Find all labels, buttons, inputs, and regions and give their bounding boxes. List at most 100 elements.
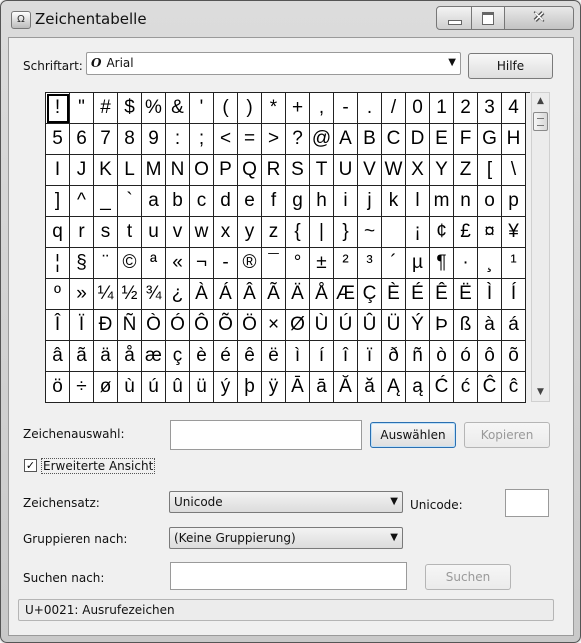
character-cell[interactable]: Ê — [430, 279, 454, 310]
character-cell[interactable]: ä — [94, 341, 118, 372]
character-cell[interactable]: A — [334, 124, 358, 155]
character-grid[interactable]: ! " # $% & '() * +, -./0 1 2 3 4 5 6 7 8 9:; < = >? @ A B C D E F G H… — [45, 92, 530, 403]
character-cell[interactable]: * — [262, 93, 286, 124]
character-cell[interactable]: a — [142, 186, 166, 217]
character-cell[interactable]: ¶ — [430, 248, 454, 279]
character-cell[interactable]: Å — [310, 279, 334, 310]
character-cell[interactable]: ç — [166, 341, 190, 372]
character-cell[interactable]: ¿ — [166, 279, 190, 310]
character-cell[interactable]: y — [238, 217, 262, 248]
character-cell[interactable]: l — [406, 186, 430, 217]
character-cell[interactable]: ð — [382, 341, 406, 372]
character-cell[interactable]: Í — [502, 279, 526, 310]
character-cell[interactable]: _ — [94, 186, 118, 217]
character-cell[interactable]: 1 — [430, 93, 454, 124]
character-cell[interactable]: Û — [358, 310, 382, 341]
character-cell[interactable]: Ñ — [118, 310, 142, 341]
character-cell[interactable]: ² — [334, 248, 358, 279]
character-cell[interactable]: û — [166, 372, 190, 403]
character-cell[interactable]: x — [214, 217, 238, 248]
character-cell[interactable]: S — [286, 155, 310, 186]
unicode-input[interactable] — [505, 489, 549, 517]
character-cell[interactable]: À — [190, 279, 214, 310]
character-cell[interactable]: % — [142, 93, 166, 124]
character-cell[interactable]: ¦ — [46, 248, 70, 279]
character-cell[interactable]: ã — [70, 341, 94, 372]
character-cell[interactable]: Ù — [310, 310, 334, 341]
character-cell-selected[interactable]: ! — [46, 93, 70, 124]
character-cell[interactable]: Ø — [286, 310, 310, 341]
character-cell[interactable]: ÷ — [70, 372, 94, 403]
character-cell[interactable]: ô — [478, 341, 502, 372]
character-cell[interactable]: ° — [286, 248, 310, 279]
character-cell[interactable]: ¬ — [190, 248, 214, 279]
copy-button[interactable]: Kopieren — [464, 422, 550, 448]
character-cell[interactable]: ¹ — [502, 248, 526, 279]
character-cell[interactable]: = — [238, 124, 262, 155]
character-cell[interactable]: è — [190, 341, 214, 372]
character-cell[interactable]: ú — [142, 372, 166, 403]
character-cell[interactable]: õ — [502, 341, 526, 372]
character-cell[interactable]: : — [166, 124, 190, 155]
character-cell[interactable]: ^ — [70, 186, 94, 217]
character-cell[interactable]: Ö — [238, 310, 262, 341]
character-cell[interactable]: ê — [238, 341, 262, 372]
character-cell[interactable]: Ü — [382, 310, 406, 341]
search-button[interactable]: Suchen — [425, 564, 511, 590]
selection-input[interactable] — [170, 420, 362, 450]
character-cell[interactable]: ? — [286, 124, 310, 155]
character-cell[interactable]: g — [286, 186, 310, 217]
character-cell[interactable]: 3 — [478, 93, 502, 124]
character-cell[interactable]: c — [190, 186, 214, 217]
character-cell[interactable]: O — [190, 155, 214, 186]
character-cell[interactable]: µ — [406, 248, 430, 279]
character-cell[interactable]: ± — [310, 248, 334, 279]
character-cell[interactable]: i — [334, 186, 358, 217]
character-cell[interactable]: í — [310, 341, 334, 372]
character-cell[interactable]: Q — [238, 155, 262, 186]
character-cell[interactable]: þ — [238, 372, 262, 403]
character-cell[interactable]: Â — [238, 279, 262, 310]
scroll-up-arrow-icon[interactable]: ▲ — [532, 93, 549, 110]
select-button[interactable]: Auswählen — [370, 422, 456, 448]
character-cell[interactable]: v — [166, 217, 190, 248]
character-cell[interactable]: ¼ — [94, 279, 118, 310]
character-cell[interactable]: È — [382, 279, 406, 310]
character-cell[interactable]: B — [358, 124, 382, 155]
character-cell[interactable]: Ĉ — [478, 372, 502, 403]
character-cell[interactable]: L — [118, 155, 142, 186]
character-cell[interactable]: + — [286, 93, 310, 124]
character-cell[interactable]: « — [166, 248, 190, 279]
character-cell[interactable]: e — [238, 186, 262, 217]
character-cell[interactable]: $ — [118, 93, 142, 124]
character-cell[interactable]: ) — [238, 93, 262, 124]
character-cell[interactable]: w — [190, 217, 214, 248]
character-cell[interactable]: É — [406, 279, 430, 310]
character-cell[interactable]: u — [142, 217, 166, 248]
character-cell[interactable]: ĉ — [502, 372, 526, 403]
character-cell[interactable]: 6 — [70, 124, 94, 155]
close-button[interactable]: ✕ — [504, 6, 574, 30]
character-cell[interactable]: ³ — [358, 248, 382, 279]
character-cell[interactable]: å — [118, 341, 142, 372]
character-cell[interactable]: ¯ — [262, 248, 286, 279]
character-cell[interactable]: s — [94, 217, 118, 248]
character-cell[interactable]: # — [94, 93, 118, 124]
character-cell[interactable]: J — [70, 155, 94, 186]
character-cell[interactable]: P — [214, 155, 238, 186]
character-cell[interactable]: G — [478, 124, 502, 155]
character-cell[interactable]: ¡ — [406, 217, 430, 248]
character-cell[interactable]: t — [118, 217, 142, 248]
character-cell[interactable]: E — [430, 124, 454, 155]
scroll-down-arrow-icon[interactable]: ▼ — [532, 384, 549, 401]
character-cell[interactable]: Á — [214, 279, 238, 310]
character-cell[interactable]: C — [382, 124, 406, 155]
character-cell[interactable]: Ä — [286, 279, 310, 310]
character-cell[interactable]: ¤ — [478, 217, 502, 248]
character-cell[interactable]: Î — [46, 310, 70, 341]
character-cell[interactable]: - — [214, 248, 238, 279]
character-cell[interactable]: { — [286, 217, 310, 248]
character-cell[interactable]: } — [334, 217, 358, 248]
character-cell[interactable] — [382, 217, 406, 248]
character-cell[interactable]: 7 — [94, 124, 118, 155]
